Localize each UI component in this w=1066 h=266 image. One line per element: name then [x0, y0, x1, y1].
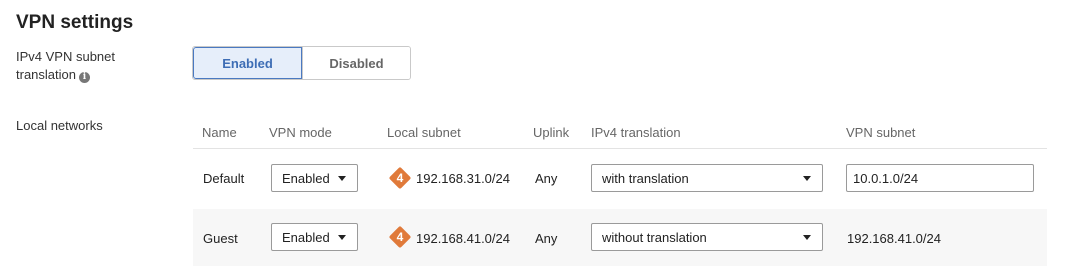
ipv4-translation-value: without translation: [602, 229, 707, 245]
vpn-subnet-input[interactable]: [846, 164, 1034, 192]
chevron-down-icon: [803, 176, 811, 181]
row-name: Guest: [203, 231, 238, 246]
ipv4-translation-select[interactable]: without translation: [591, 223, 823, 251]
table-row: Default Enabled 4 192.168.31.0/24 Any wi…: [193, 149, 1047, 206]
vpn-mode-select[interactable]: Enabled: [271, 223, 358, 251]
uplink-value: Any: [535, 231, 558, 246]
badge-count: 4: [396, 171, 404, 185]
ipv4-translation-label-line1: IPv4 VPN subnet: [16, 49, 115, 64]
ipv4-translation-toggle: Enabled Disabled: [192, 46, 411, 80]
badge-count: 4: [396, 230, 404, 244]
disabled-option-button[interactable]: Disabled: [302, 47, 410, 79]
column-header-uplink: Uplink: [533, 125, 570, 140]
row-name: Default: [203, 171, 245, 186]
warning-badge-icon: 4: [388, 166, 412, 190]
page-title: VPN settings: [16, 12, 134, 33]
vpn-mode-value: Enabled: [282, 229, 330, 245]
local-subnet-value: 192.168.31.0/24: [416, 171, 510, 186]
uplink-value: Any: [535, 171, 558, 186]
ipv4-translation-label-line2: translation: [16, 67, 76, 82]
ipv4-translation-select[interactable]: with translation: [591, 164, 823, 192]
chevron-down-icon: [338, 176, 346, 181]
column-header-name: Name: [202, 125, 237, 140]
column-header-vpn-subnet: VPN subnet: [846, 125, 916, 140]
vpn-mode-select[interactable]: Enabled: [271, 164, 358, 192]
ipv4-translation-label: IPv4 VPN subnet translation i: [16, 48, 115, 84]
chevron-down-icon: [338, 235, 346, 240]
vpn-mode-value: Enabled: [282, 170, 330, 186]
column-header-ipv4-translation: IPv4 translation: [591, 125, 681, 140]
warning-badge-icon: 4: [388, 225, 412, 249]
table-row: Guest Enabled 4 192.168.41.0/24 Any with…: [193, 209, 1047, 266]
chevron-down-icon: [803, 235, 811, 240]
vpn-subnet-value: 192.168.41.0/24: [847, 231, 941, 246]
local-subnet-value: 192.168.41.0/24: [416, 231, 510, 246]
local-networks-label: Local networks: [16, 118, 103, 133]
column-header-local-subnet: Local subnet: [387, 125, 461, 140]
enabled-option-button[interactable]: Enabled: [193, 47, 302, 79]
info-icon[interactable]: i: [78, 72, 90, 83]
ipv4-translation-value: with translation: [602, 170, 689, 186]
column-header-vpn-mode: VPN mode: [269, 125, 332, 140]
